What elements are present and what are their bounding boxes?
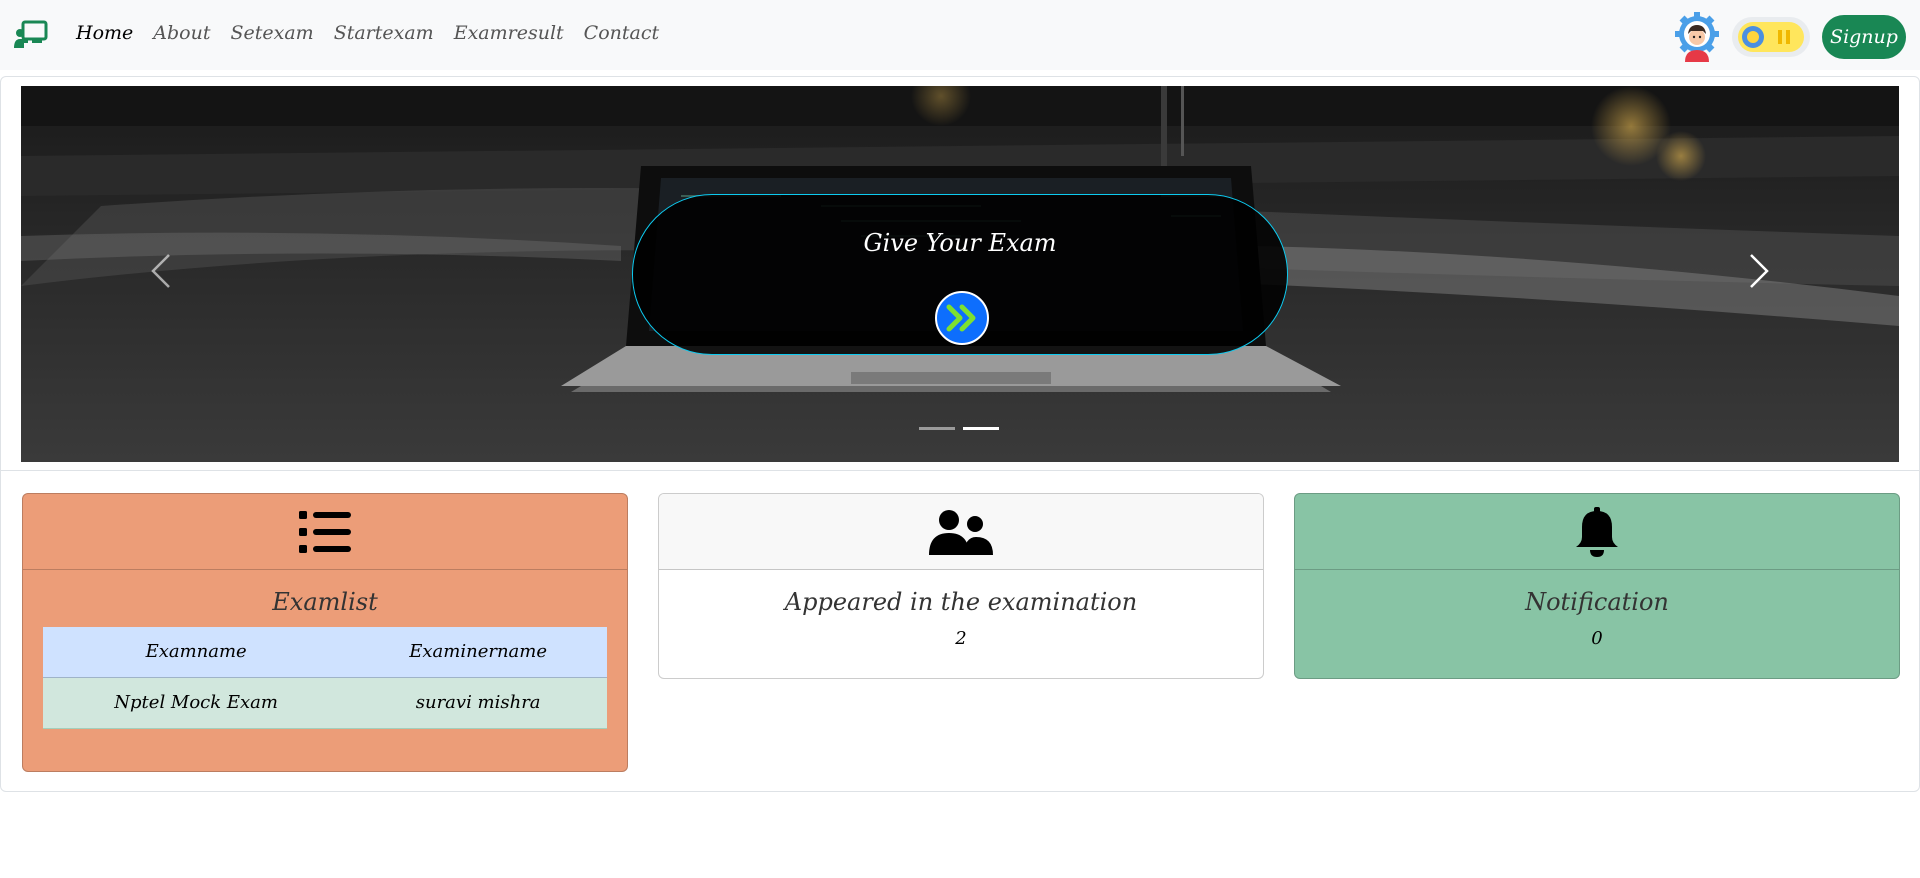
teacher-presentation-icon[interactable] (14, 20, 48, 50)
appeared-title: Appeared in the examination (784, 588, 1138, 616)
column-header-examinername: Examinername (349, 627, 607, 678)
carousel-caption: Give Your Exam (632, 194, 1288, 355)
notification-card: Notification 0 (1294, 493, 1900, 679)
bell-icon (1576, 506, 1618, 557)
exam-table: Examname Examinername Nptel Mock Exam su… (43, 627, 607, 729)
notification-card-header (1295, 494, 1899, 570)
examiner-name-cell: suravi mishra (349, 677, 607, 729)
navbar-tools: Signup (1674, 12, 1906, 62)
chevron-right-icon (1750, 254, 1769, 288)
carousel-next-button[interactable] (1739, 246, 1779, 296)
chevron-left-icon (151, 254, 170, 288)
angles-right-icon (946, 304, 976, 332)
user-gear-avatar-icon[interactable] (1674, 12, 1720, 62)
start-exam-button[interactable] (935, 291, 989, 345)
divider (1, 470, 1919, 471)
carousel-indicator-1[interactable] (919, 427, 955, 430)
main-card: Give Your Exam Examlist Examname Examine… (0, 76, 1920, 792)
examlist-title: Examlist (272, 588, 378, 616)
notification-count: 0 (1591, 628, 1603, 649)
appeared-count: 2 (955, 628, 967, 649)
navbar: Home About Setexam Startexam Examresult … (0, 0, 1920, 70)
nav-link-examresult[interactable]: Examresult (454, 22, 564, 44)
nav-links: Home About Setexam Startexam Examresult … (76, 22, 659, 44)
nav-link-startexam[interactable]: Startexam (334, 22, 434, 44)
appeared-card-header (659, 494, 1263, 570)
caption-title: Give Your Exam (863, 229, 1057, 257)
appeared-card: Appeared in the examination 2 (658, 493, 1264, 679)
signup-button[interactable]: Signup (1822, 15, 1906, 59)
nav-link-setexam[interactable]: Setexam (230, 22, 313, 44)
table-header-row: Examname Examinername (43, 627, 607, 678)
carousel-indicators (919, 427, 999, 430)
nav-link-home[interactable]: Home (76, 22, 133, 44)
nav-link-contact[interactable]: Contact (584, 22, 659, 44)
examlist-card-header (23, 494, 627, 570)
nav-link-about[interactable]: About (153, 22, 210, 44)
carousel-indicator-2[interactable] (963, 427, 999, 430)
exam-name-cell: Nptel Mock Exam (43, 677, 350, 729)
column-header-examname: Examname (43, 627, 350, 678)
carousel-prev-button[interactable] (141, 246, 181, 296)
list-icon (299, 510, 351, 553)
examlist-card: Examlist Examname Examinername Nptel Moc… (22, 493, 628, 772)
user-group-icon (929, 509, 993, 555)
theme-toggle-icon[interactable] (1732, 17, 1810, 57)
notification-title: Notification (1525, 588, 1669, 616)
hero-carousel: Give Your Exam (21, 86, 1899, 462)
table-row[interactable]: Nptel Mock Exam suravi mishra (43, 677, 607, 729)
